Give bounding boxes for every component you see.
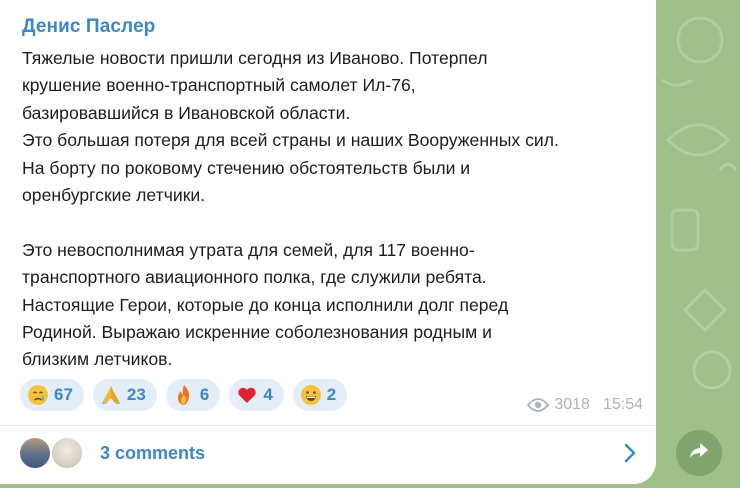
message-time: 15:54 [602,396,643,413]
reaction-count: 4 [263,385,273,404]
avatar [50,436,84,470]
message-text: Тяжелые новости пришли сегодня из Иванов… [22,48,559,370]
reaction-count: 67 [54,385,73,404]
share-button[interactable] [676,430,722,476]
reaction-grin[interactable]: 2 [292,379,348,411]
comments-button[interactable]: 3 comments [0,426,656,484]
reaction-count: 2 [326,385,337,404]
chevron-right-icon [624,443,636,468]
reaction-count: 23 [126,385,146,404]
reaction-pray[interactable]: 23 [92,379,157,411]
view-count: 3018 [554,396,590,413]
fire-icon [173,384,195,406]
reaction-fire[interactable]: 6 [165,379,221,411]
reaction-heart[interactable]: 4 [229,379,284,411]
share-arrow-icon [688,441,710,466]
reactions-bar: 67 23 6 4 2 [20,379,348,411]
avatar [18,436,52,470]
folded-hands-icon [100,384,122,406]
reaction-crying[interactable]: 67 [20,379,84,411]
grinning-face-icon [300,384,322,406]
sender-name[interactable]: Денис Паслер [22,16,155,38]
reaction-count: 6 [199,385,210,404]
crying-face-icon [27,384,49,406]
message-meta: 3018 15:54 [527,396,643,414]
comments-label: 3 comments [100,443,206,463]
eye-icon [527,398,550,412]
message-bubble: Денис Паслер Тяжелые новости пришли сего… [0,0,656,484]
red-heart-icon [236,384,258,406]
